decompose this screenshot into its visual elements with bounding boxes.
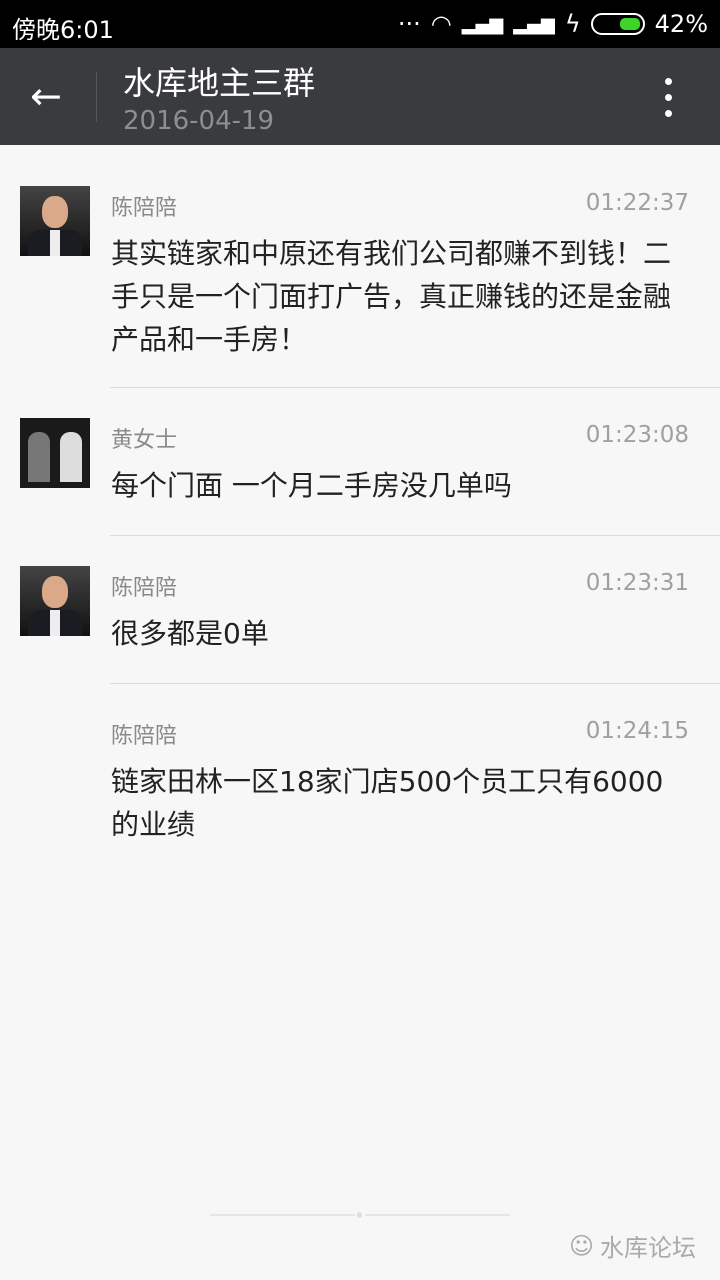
battery-icon bbox=[590, 13, 645, 35]
message-text: 其实链家和中原还有我们公司都赚不到钱！二手只是一个门面打广告，真正赚钱的还是金融… bbox=[111, 237, 672, 356]
message-text: 很多都是0单 bbox=[111, 617, 269, 650]
watermark-text: 水库论坛 bbox=[600, 1234, 696, 1262]
message-time: 01:23:08 bbox=[585, 422, 689, 448]
avatar[interactable] bbox=[20, 186, 90, 256]
chat-title: 水库地主三群 bbox=[123, 64, 316, 102]
message-time: 01:24:15 bbox=[585, 718, 689, 744]
page-indicator bbox=[210, 1212, 510, 1218]
divider bbox=[110, 387, 720, 388]
avatar[interactable] bbox=[20, 566, 90, 636]
divider bbox=[96, 72, 97, 122]
signal-icon-2: ▂▄▆ bbox=[513, 13, 555, 35]
status-bar: 傍晚6:01 ··· ◠ ▂▄▆ ▂▄▆ ϟ 42% bbox=[0, 0, 720, 48]
message-time: 01:23:31 bbox=[585, 570, 689, 596]
more-options-icon[interactable] bbox=[665, 78, 672, 117]
sender-name: 陈陪陪 bbox=[111, 196, 178, 221]
sender-name: 陈陪陪 bbox=[111, 724, 178, 749]
signal-icon: ▂▄▆ bbox=[461, 13, 504, 35]
charging-icon: ϟ bbox=[564, 10, 581, 38]
toolbar: ← 水库地主三群 2016-04-19 bbox=[0, 48, 720, 145]
wechat-logo-icon: ☺ bbox=[568, 1231, 594, 1260]
status-time: 傍晚6:01 bbox=[12, 16, 114, 44]
divider bbox=[110, 535, 720, 536]
back-arrow-icon[interactable]: ← bbox=[30, 76, 62, 116]
divider bbox=[110, 683, 720, 684]
watermark: ☺ 水库论坛 bbox=[569, 1228, 696, 1263]
message-time: 01:22:37 bbox=[585, 190, 689, 216]
sender-name: 黄女士 bbox=[111, 428, 178, 453]
sender-name: 陈陪陪 bbox=[111, 576, 178, 601]
message-text: 链家田林一区18家门店500个员工只有6000的业绩 bbox=[111, 765, 664, 841]
message-text: 每个门面 一个月二手房没几单吗 bbox=[111, 469, 512, 502]
wifi-icon: ◠ bbox=[430, 10, 452, 38]
battery-percent: 42% bbox=[654, 10, 708, 38]
notification-dots-icon: ··· bbox=[397, 10, 421, 38]
avatar[interactable] bbox=[20, 418, 90, 488]
chat-date: 2016-04-19 bbox=[123, 106, 275, 136]
